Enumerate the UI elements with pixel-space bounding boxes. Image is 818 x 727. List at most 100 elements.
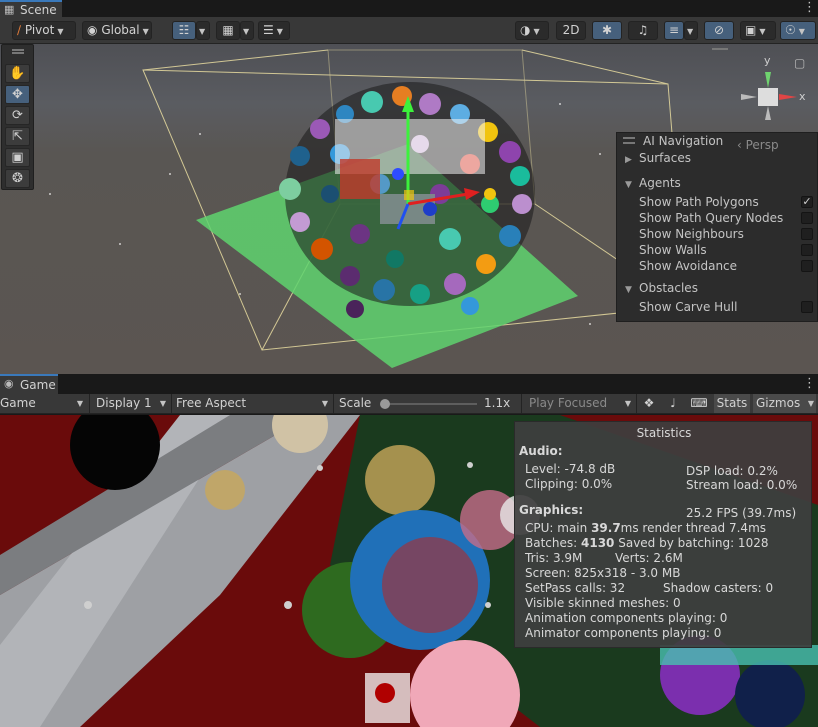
tools-drag-handle[interactable] [12,49,24,54]
move-tool-icon[interactable]: ✥ [5,85,30,104]
scene-visibility-button[interactable]: ⊘ [704,21,734,40]
checkbox[interactable] [801,212,813,224]
grid-snapping-button[interactable]: ☷ [172,21,196,40]
shading-mode-icon: ◑ [520,23,531,37]
section-obstacles-label: Obstacles [639,281,698,295]
animation-components: Animation components playing: 0 [525,611,728,625]
bug-icon[interactable]: ❖ [641,394,657,413]
stats-title: Statistics [636,426,692,440]
gizmo-lock-icon[interactable]: ▢ [794,57,806,69]
tab-scene-label: Scene [20,3,57,17]
aspect-dropdown[interactable]: Free Aspect ▼ [176,394,330,413]
display-label: Display 1 [96,396,152,410]
rotate-tool-icon[interactable]: ⟳ [5,106,30,125]
setpass-calls: SetPass calls: 32 [525,581,626,595]
scale-value: 1.1x [484,396,511,410]
audio-icon: ♫ [637,23,649,37]
cpu-prefix: CPU: main [525,521,592,535]
ai-navigation-overlay: AI Navigation ‹ Persp ▶ Surfaces ▼ Agents … [616,132,818,322]
keyboard-icon[interactable]: ⌨ [690,394,708,413]
persp-label[interactable]: ‹ Persp [737,138,779,152]
scene-toolbar: ∕ Pivot ▼ ◉ Global ▼ ☷ ▼ ▦ ▼ ☰ ▼ ◑ ▼ 2D ✱ ♫ … [0,17,818,44]
batches-stats: Batches: 4130 Saved by batching: 1028 [525,536,768,550]
pivot-icon: ∕ [17,23,22,37]
option-label: Show Neighbours [639,227,744,241]
cpu-suffix: ms render thread 7.4ms [620,521,767,535]
checkbox[interactable] [801,260,813,272]
checkbox-checked[interactable]: ✓ [801,196,813,208]
scale-slider[interactable] [380,399,477,409]
increment-snap-icon: ☰ [263,23,274,37]
toggle-2d-button[interactable]: 2D [556,21,586,40]
gamepad-icon: ◉ [4,377,14,390]
ai-nav-drag-handle[interactable] [623,137,635,144]
audio-heading: Audio: [519,444,563,458]
scale-tool-icon[interactable]: ⇱ [5,127,30,146]
clipping: Clipping: 0.0% [525,477,613,491]
rect-tool-icon[interactable]: ▣ [5,148,30,167]
camera-icon: ▣ [745,23,757,37]
dsp-load: DSP load: 0.2% [686,464,778,478]
overlay-drag-handle[interactable] [712,48,728,53]
option-show-walls[interactable]: Show Walls [639,242,817,258]
tris: Tris: 3.9M [525,551,583,565]
pivot-dropdown[interactable]: ∕ Pivot ▼ [12,21,76,40]
option-label: Show Path Polygons [639,195,759,209]
display-dropdown[interactable]: Display 1 ▼ [96,394,168,413]
lightbulb-icon: ✱ [601,23,613,37]
draw-mode-dropdown[interactable]: ◑ ▼ [515,21,549,40]
orientation-gizmo[interactable]: y x [735,54,806,130]
section-obstacles[interactable]: ▼ Obstacles [625,281,698,295]
mute-audio-icon[interactable]: ♩ [665,394,681,413]
scale-slider-thumb[interactable] [380,399,390,409]
cpu-main: 39.7 [591,521,621,535]
option-show-neighbours[interactable]: Show Neighbours [639,226,817,242]
skinned-meshes: Visible skinned meshes: 0 [525,596,681,610]
hand-tool-icon[interactable]: ✋ [5,64,30,83]
gizmos-label: Gizmos [756,396,801,410]
cpu-stats: CPU: main 39.7ms render thread 7.4ms [525,521,766,535]
gizmo-globe-icon: ☉ [785,23,796,37]
gizmos-dropdown[interactable]: ☉ ▼ [780,21,816,40]
checkbox[interactable] [801,244,813,256]
grid-icon: ▦ [222,23,234,37]
effects-toggle-button[interactable]: ≡ [664,21,684,40]
verts: Verts: 2.6M [615,551,683,565]
gizmo-x-label: x [799,90,806,103]
option-label: Show Path Query Nodes [639,211,784,225]
option-show-path-query-nodes[interactable]: Show Path Query Nodes [639,210,817,226]
camera-settings-dropdown[interactable]: ▣ ▼ [740,21,776,40]
effects-dropdown[interactable]: ▼ [684,21,698,40]
tab-game-label: Game [20,378,56,392]
scene-lighting-button[interactable]: ✱ [592,21,622,40]
stats-button[interactable]: Stats [714,394,750,413]
gizmo-y-label: y [764,54,771,67]
transform-tool-icon[interactable]: ❂ [5,169,30,188]
grid-visibility-dropdown[interactable]: ▼ [240,21,254,40]
tab-game[interactable]: ◉ Game [0,374,58,394]
audio-toggle-button[interactable]: ♫ [628,21,658,40]
grid-visibility-button[interactable]: ▦ [216,21,240,40]
option-show-path-polygons[interactable]: Show Path Polygons ✓ [639,194,817,210]
play-mode-dropdown[interactable]: Play Focused ▼ [529,394,633,413]
section-surfaces[interactable]: ▶ Surfaces [625,151,691,165]
aspect-label: Free Aspect [176,396,247,410]
tab-scene[interactable]: ▦ Scene [0,0,62,17]
checkbox[interactable] [801,228,813,240]
game-more-menu-icon[interactable]: ⋮ [803,377,816,392]
game-toolbar: Game ▼ Display 1 ▼ Free Aspect ▼ Scale 1.1x… [0,394,818,414]
scene-icon: ▦ [4,3,15,16]
game-view-dropdown[interactable]: Game ▼ [0,394,85,413]
increment-snap-button[interactable]: ☰ ▼ [258,21,290,40]
batches-value: 4130 [581,536,615,550]
grid-snapping-dropdown[interactable]: ▼ [196,21,210,40]
global-dropdown[interactable]: ◉ Global ▼ [82,21,152,40]
checkbox[interactable] [801,301,813,313]
gizmos-button[interactable]: Gizmos ▼ [753,394,816,413]
option-show-carve-hull[interactable]: Show Carve Hull [639,299,817,315]
section-agents[interactable]: ▼ Agents [625,176,681,190]
option-show-avoidance[interactable]: Show Avoidance [639,258,817,274]
section-surfaces-label: Surfaces [639,151,691,165]
pivot-label: Pivot [24,23,55,37]
scene-more-menu-icon[interactable]: ⋮ [803,1,816,16]
